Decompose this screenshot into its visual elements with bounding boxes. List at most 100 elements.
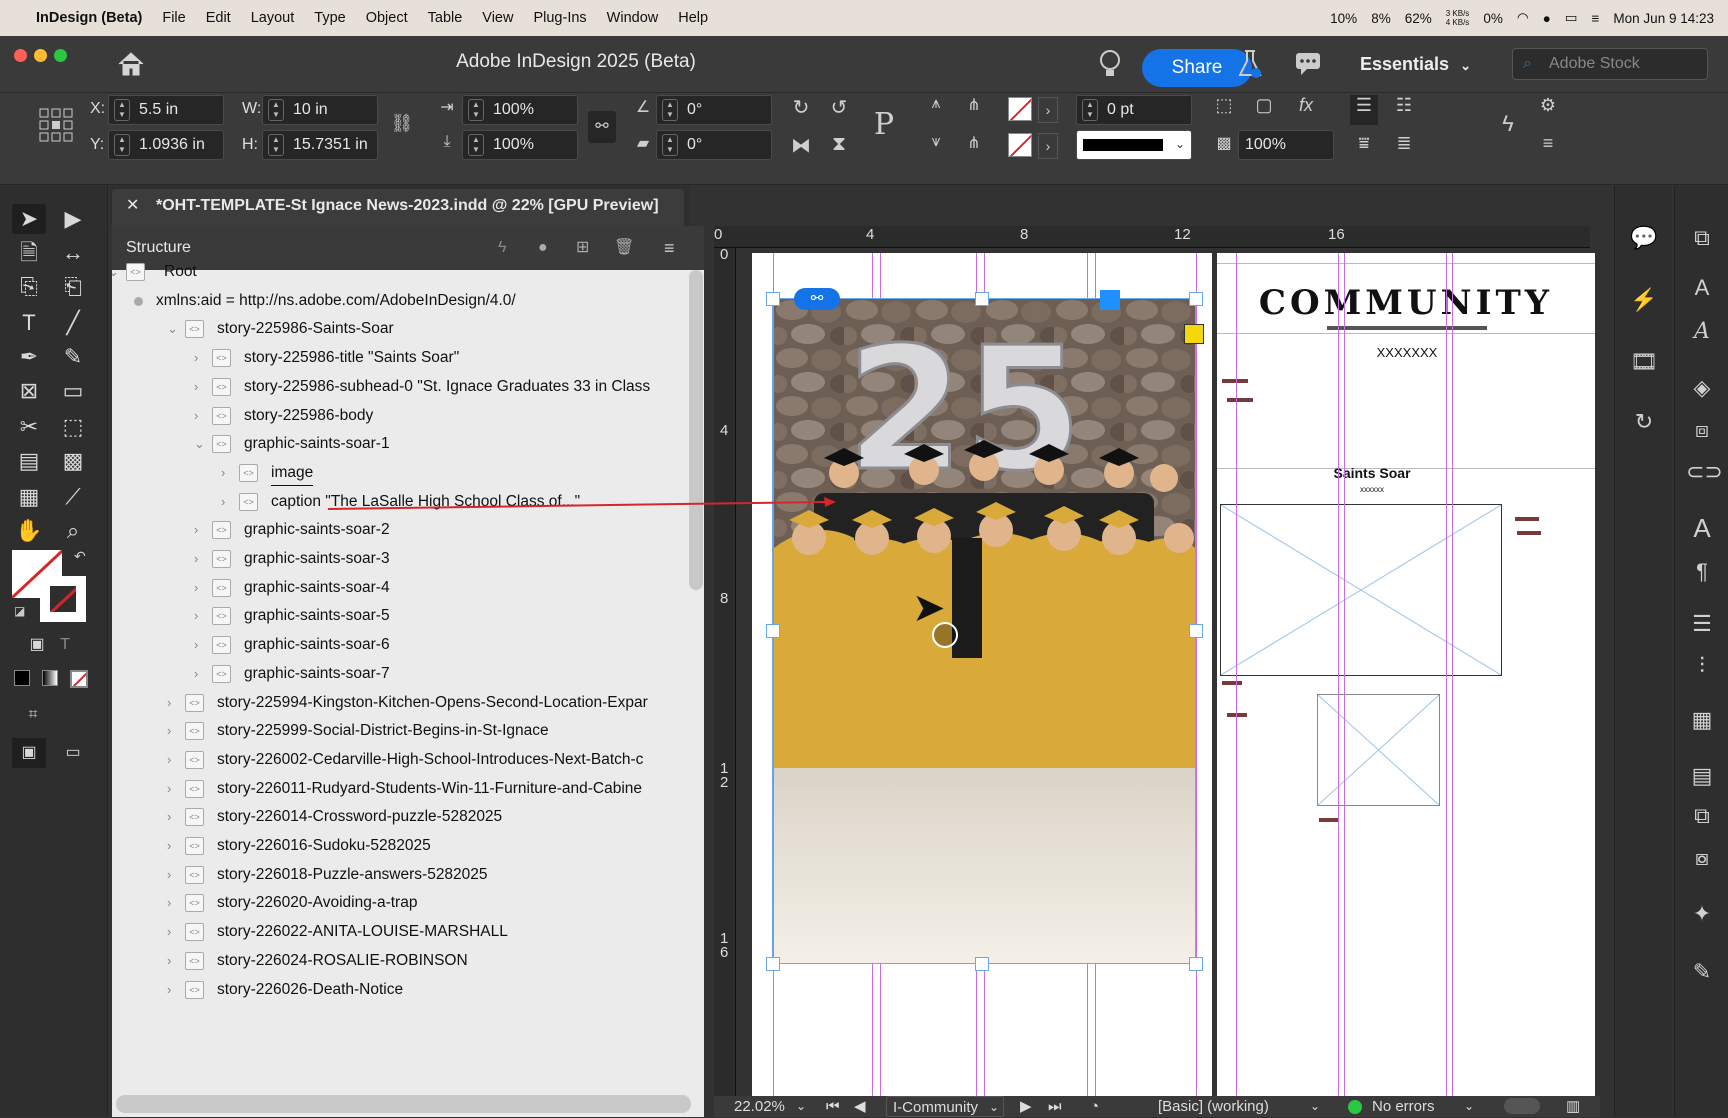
wifi-icon[interactable]: ◠	[1517, 10, 1529, 26]
menu-plugins[interactable]: Plug-Ins	[533, 10, 586, 26]
resize-handle[interactable]	[766, 624, 780, 638]
menu-object[interactable]: Object	[366, 10, 408, 26]
workspace-switcher[interactable]: Essentials ⌄	[1360, 54, 1471, 75]
chevron-right-icon[interactable]: ›	[167, 689, 171, 717]
y-position-field[interactable]: ▲ ▼ 1.0936 in	[108, 130, 224, 160]
stepper-icon[interactable]: ▲ ▼	[268, 134, 284, 156]
stepper-icon[interactable]: ▲ ▼	[268, 99, 284, 121]
structure-element-row[interactable]: › <> image	[112, 459, 688, 487]
close-tab-icon[interactable]: ✕	[126, 189, 139, 223]
chevron-down-icon[interactable]: ⌄	[1464, 1096, 1474, 1117]
structure-element-row[interactable]: › <> graphic-saints-soar-4	[112, 574, 688, 602]
free-transform-tool-icon[interactable]: ⬚	[56, 412, 90, 442]
clock[interactable]: Mon Jun 9 14:23	[1613, 11, 1714, 26]
x-position-field[interactable]: ▲ ▼ 5.5 in	[108, 95, 224, 125]
object-styles-icon[interactable]: ⧉	[1686, 800, 1718, 832]
structure-element-row[interactable]: › <> caption "The LaSalle High School Clas…	[112, 488, 688, 516]
structure-element-row[interactable]: › <> story-225994-Kingston-Kitchen-Opens-S…	[112, 689, 688, 717]
structure-element-row[interactable]: ⌄ <> Root	[112, 258, 688, 286]
story-subhead-placeholder[interactable]: xxxxxx	[1337, 485, 1407, 494]
menu-type[interactable]: Type	[314, 10, 345, 26]
gear-icon[interactable]: ⚙	[1536, 95, 1560, 116]
scale-y-field[interactable]: ▲ ▼ 100%	[462, 130, 578, 160]
memory-meter[interactable]: 62%	[1405, 11, 1432, 26]
chevron-right-icon[interactable]: ›	[167, 918, 171, 946]
cpu-meter-1[interactable]: 10%	[1330, 11, 1357, 26]
stroke-weight-field[interactable]: ▲ ▼ 0 pt	[1076, 95, 1192, 125]
menu-view[interactable]: View	[482, 10, 513, 26]
structure-attribute-row[interactable]: xmlns:aid = http://ns.adobe.com/AdobeInD…	[112, 287, 688, 315]
structure-element-row[interactable]: › <> story-226026-Death-Notice	[112, 976, 688, 1004]
cc-libraries-icon[interactable]: ⚡	[1628, 284, 1660, 316]
chevron-right-icon[interactable]: ›	[194, 602, 198, 630]
zoom-tool-icon[interactable]: ⌕	[56, 516, 90, 546]
resize-handle[interactable]	[766, 957, 780, 971]
rotate-clockwise-icon[interactable]: ↻	[788, 95, 814, 120]
pencil-tool-icon[interactable]: ✎	[56, 342, 90, 372]
structure-element-row[interactable]: › <> story-226016-Sudoku-5282025	[112, 832, 688, 860]
quick-actions-icon[interactable]: ϟ	[1496, 111, 1520, 137]
menu-layout[interactable]: Layout	[251, 10, 295, 26]
structure-horizontal-scrollbar[interactable]	[116, 1095, 691, 1113]
height-field[interactable]: ▲ ▼ 15.7351 in	[262, 130, 378, 160]
chevron-right-icon[interactable]: ›	[167, 976, 171, 1004]
community-heading[interactable]: COMMUNITY	[1251, 283, 1561, 323]
chevron-right-icon[interactable]: ›	[194, 545, 198, 573]
reference-point-icon[interactable]	[38, 107, 74, 143]
align-text-frame-icon[interactable]: ☰	[1350, 95, 1378, 125]
apply-color-button[interactable]	[14, 670, 30, 686]
stroke-swatch[interactable]	[40, 576, 86, 622]
pages-panel-icon[interactable]: ⧉	[1686, 222, 1718, 254]
fill-stroke-swatches[interactable]: ↶ ◪	[12, 548, 92, 624]
rotate-counterclockwise-icon[interactable]: ↺	[826, 95, 852, 120]
table-panel-icon[interactable]: ▤	[1686, 760, 1718, 792]
comments-icon[interactable]	[1294, 50, 1322, 78]
direct-selection-tool-icon[interactable]: ▶	[56, 204, 90, 234]
chevron-right-icon[interactable]: ›	[167, 717, 171, 745]
pen-tool-icon[interactable]: ✒	[12, 342, 46, 372]
resize-handle[interactable]	[766, 292, 780, 306]
zoom-level[interactable]: 22.02%	[734, 1096, 785, 1117]
chevron-right-icon[interactable]: ›	[167, 861, 171, 889]
filmstrip-icon[interactable]: 🎞	[1628, 346, 1660, 378]
chevron-right-icon[interactable]: ›	[167, 775, 171, 803]
chevron-right-icon[interactable]: ›	[221, 459, 225, 487]
select-content-icon[interactable]: ⩛	[924, 133, 948, 151]
menu-file[interactable]: File	[162, 10, 185, 26]
select-next-object-icon[interactable]: ⋔	[960, 133, 988, 153]
chevron-down-icon[interactable]: ⌄	[1310, 1096, 1320, 1117]
stepper-icon[interactable]: ▲ ▼	[662, 99, 678, 121]
text-wrap-icon[interactable]: ⊂⊃	[1686, 456, 1723, 488]
chevron-down-icon[interactable]: ⌄	[796, 1096, 806, 1117]
structure-element-row[interactable]: › <> graphic-saints-soar-2	[112, 516, 688, 544]
community-subhead[interactable]: XXXXXXX	[1357, 345, 1457, 360]
stroke-type-dropdown[interactable]: ⌄	[1076, 130, 1192, 160]
normal-screen-mode-icon[interactable]: ▣	[12, 738, 46, 768]
menu-app-name[interactable]: InDesign (Beta)	[36, 10, 142, 26]
flip-vertical-icon[interactable]: ⧗	[826, 133, 852, 156]
type-tool-icon[interactable]: T	[12, 308, 46, 338]
structure-element-row[interactable]: › <> story-225986-body	[112, 402, 688, 430]
menu-table[interactable]: Table	[428, 10, 463, 26]
text-frame-port[interactable]	[1184, 324, 1204, 344]
chevron-right-icon[interactable]: ›	[167, 746, 171, 774]
structure-element-row[interactable]: › <> graphic-saints-soar-7	[112, 660, 688, 688]
fill-menu-chevron-icon[interactable]: ›	[1038, 97, 1058, 123]
opacity-field[interactable]: 100%	[1238, 130, 1334, 160]
structure-element-row[interactable]: ⌄ <> graphic-saints-soar-1	[112, 430, 688, 458]
structure-element-row[interactable]: › <> graphic-saints-soar-6	[112, 631, 688, 659]
preflight-profile-icon[interactable]: ◔	[1090, 1096, 1099, 1117]
chevron-down-icon[interactable]: ⌄	[167, 315, 178, 343]
stroke-none-swatch[interactable]	[1008, 133, 1032, 157]
align-center-icon[interactable]: ≣	[1390, 133, 1418, 154]
scissors-tool-icon[interactable]: ✂	[12, 412, 46, 442]
control-center-icon[interactable]: ≡	[1592, 11, 1600, 26]
default-fill-stroke-icon[interactable]: ◪	[14, 604, 25, 618]
menu-window[interactable]: Window	[607, 10, 659, 26]
chevron-down-icon[interactable]: ⌄	[112, 258, 119, 286]
cpu-meter-2[interactable]: 8%	[1371, 11, 1391, 26]
last-page-icon[interactable]: ⏭	[1048, 1096, 1062, 1117]
chevron-down-icon[interactable]: ⌄	[194, 430, 205, 458]
labs-flask-icon[interactable]	[1236, 48, 1264, 80]
chevron-right-icon[interactable]: ›	[194, 660, 198, 688]
